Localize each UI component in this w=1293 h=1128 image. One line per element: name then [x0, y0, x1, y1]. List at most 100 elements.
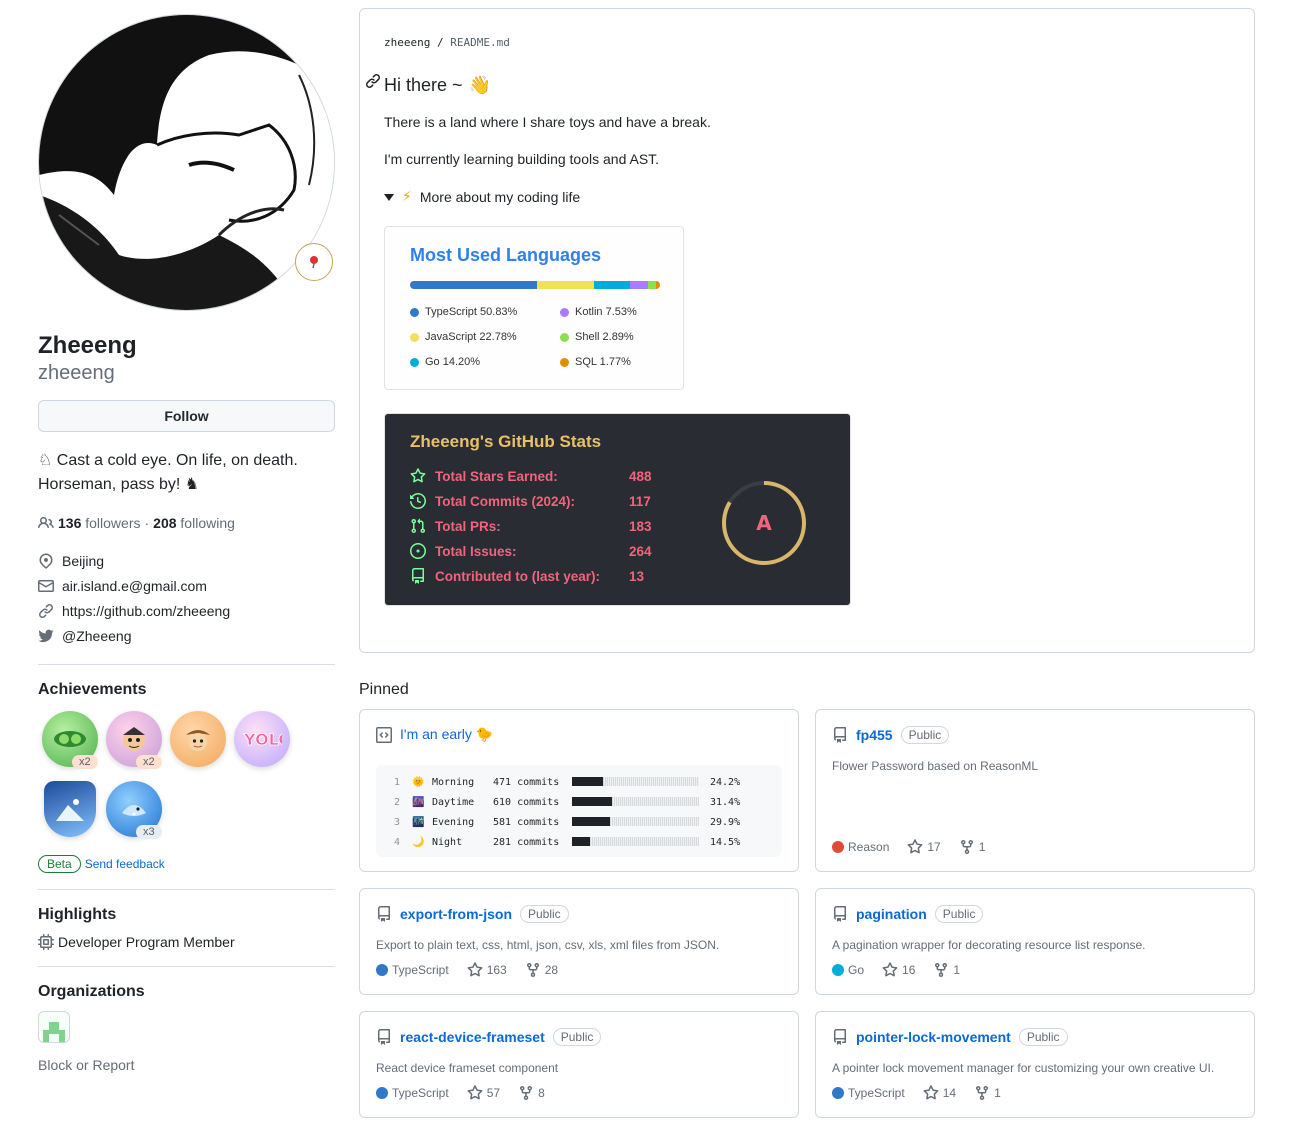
feedback-row: Beta Send feedback [38, 855, 335, 873]
status-button[interactable] [295, 243, 333, 281]
avatar[interactable] [38, 14, 335, 311]
fork-icon [976, 1086, 989, 1101]
repo-stars-link[interactable]: 17 [907, 839, 941, 855]
repo-name-link[interactable]: react-device-frameset [400, 1029, 545, 1045]
line-number: 4 [394, 836, 401, 848]
stat-label: Contributed to (last year): [435, 568, 601, 584]
language-legend-item: Go 14.20% [410, 356, 480, 368]
gist-code-line: 3 🌃 Evening 581 commits 29.9% [376, 815, 782, 829]
stat-value: 183 [629, 518, 652, 534]
repo-name-link[interactable]: fp455 [856, 727, 893, 743]
repo-stars-link[interactable]: 163 [467, 962, 507, 978]
language-label: TypeScript 50.83% [425, 306, 518, 318]
details-summary-toggle[interactable]: ⚡ More about my coding life [384, 188, 580, 205]
language-color-dot [560, 332, 569, 342]
email-item[interactable]: air.island.e@gmail.com [38, 573, 335, 598]
followers-label: followers [85, 515, 141, 531]
language-label: JavaScript 22.78% [425, 331, 517, 343]
stat-value: 488 [629, 468, 652, 484]
stars-count: 17 [927, 840, 941, 854]
website-item[interactable]: https://github.com/zheeeng [38, 598, 335, 623]
language-color-dot [832, 1087, 844, 1099]
readme-heading-text: Hi there ~ [384, 75, 463, 95]
following-label: following [180, 515, 235, 531]
beta-label: Beta [38, 855, 81, 873]
period-name: Evening [432, 816, 475, 828]
cowboy-icon [186, 730, 210, 751]
readme-paragraph-1: There is a land where I share toys and h… [384, 114, 711, 130]
twitter-link[interactable]: @Zheeeng [62, 628, 131, 644]
bio-line-2: Horseman, pass by! ♞ [38, 476, 200, 493]
language-bar-segment [594, 281, 630, 289]
repo-forks-link[interactable]: 28 [525, 962, 558, 978]
repo-name-link[interactable]: export-from-json [400, 906, 512, 922]
repo-stars-link[interactable]: 57 [467, 1085, 500, 1101]
readme-file-name: README.md [450, 36, 510, 49]
wave-icon: 👋 [468, 75, 491, 95]
period-emoji: 🌃 [412, 816, 425, 828]
pin-icon [310, 256, 318, 269]
gist-header: I'm an early 🐤 [376, 726, 493, 743]
organization-avatar[interactable] [38, 1011, 70, 1043]
period-emoji: 🌙 [412, 836, 425, 848]
triangle-down-icon [384, 193, 394, 201]
pinned-repo-card-fp455: fp455 Public Flower Password based on Re… [815, 709, 1255, 872]
repo-icon [378, 906, 390, 922]
readme-owner-link[interactable]: zheeeng [384, 36, 430, 49]
language-label: Shell 2.89% [575, 331, 634, 343]
anchor-link-icon[interactable] [365, 73, 381, 89]
summary-text: More about my coding life [419, 188, 581, 205]
gist-title-link[interactable]: I'm an early 🐤 [400, 726, 493, 743]
achievement-count: x2 [72, 755, 98, 769]
repo-name-link[interactable]: pagination [856, 906, 927, 922]
achievement-arctic-code-vault[interactable] [44, 781, 96, 837]
repo-stars-link[interactable]: 16 [882, 962, 915, 978]
visibility-badge: Public [520, 905, 569, 923]
divider [38, 966, 335, 967]
gist-code-line: 1 🌞 Morning 471 commits 24.2% [376, 775, 782, 789]
gist-title: I'm an early [400, 726, 472, 742]
language-name: Go [848, 963, 865, 977]
language-color-dot [376, 964, 388, 976]
fork-icon [960, 840, 973, 855]
block-or-report-link[interactable]: Block or Report [38, 1057, 335, 1073]
followers-count: 136 [58, 515, 82, 531]
twitter-item[interactable]: @Zheeeng [38, 623, 335, 648]
github-stats-card: Zheeeng's GitHub Stats Total Stars Earne… [384, 413, 851, 606]
stat-value: 13 [629, 568, 645, 584]
period-name: Morning [432, 776, 475, 788]
visibility-badge: Public [934, 905, 984, 923]
language-label: SQL 1.77% [575, 356, 631, 368]
followers-link[interactable]: 136 followers [58, 515, 141, 531]
repo-name-link[interactable]: pointer-lock-movement [856, 1029, 1011, 1045]
repo-header: export-from-json Public [376, 905, 569, 923]
twitter-icon [38, 629, 54, 642]
language-legend-item: JavaScript 22.78% [410, 331, 517, 343]
language-legend-item: Shell 2.89% [560, 331, 634, 343]
achievement-yolo[interactable]: YOLO [234, 711, 290, 767]
repo-stars-link[interactable]: 14 [923, 1085, 956, 1101]
following-count: 208 [153, 515, 177, 531]
send-feedback-link[interactable]: Send feedback [85, 857, 165, 871]
repo-forks-link[interactable]: 8 [518, 1085, 545, 1101]
languages-progress-bar [410, 281, 660, 289]
highlight-developer-program: Developer Program Member [38, 934, 335, 950]
stat-row-prs: Total PRs: 183 [410, 516, 652, 536]
achievement-starstruck[interactable] [170, 711, 226, 767]
stars-count: 16 [902, 963, 916, 977]
language-bar-segment [655, 281, 660, 289]
language-label: Kotlin 7.53% [575, 306, 637, 318]
following-link[interactable]: 208 following [153, 515, 235, 531]
repo-forks-link[interactable]: 1 [933, 962, 960, 978]
repo-forks-link[interactable]: 1 [974, 1085, 1001, 1101]
repo-icon [834, 727, 846, 743]
follow-button[interactable]: Follow [38, 400, 335, 432]
commit-bar-fill [572, 777, 603, 786]
website-link[interactable]: https://github.com/zheeeng [62, 603, 230, 619]
email-link[interactable]: air.island.e@gmail.com [62, 578, 207, 594]
repo-forks-link[interactable]: 1 [959, 839, 985, 855]
percent-label: 29.9% [710, 816, 741, 828]
readme-heading: Hi there ~ 👋 [384, 75, 491, 96]
commit-bar-fill [572, 817, 610, 826]
achievement-count: x2 [136, 755, 162, 769]
